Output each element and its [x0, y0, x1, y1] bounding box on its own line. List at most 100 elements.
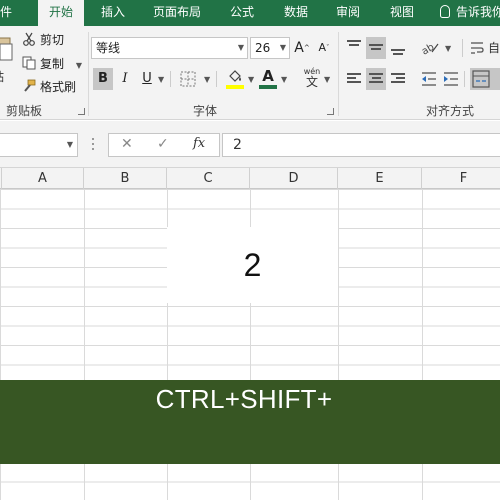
font-group-label: 字体	[193, 104, 218, 118]
phonetic-char: 文	[305, 75, 318, 89]
formula-buttons: ✕ ✓ fx	[108, 133, 220, 157]
align-center-button[interactable]	[366, 68, 386, 90]
formula-input[interactable]: 2	[222, 133, 500, 157]
align-left-icon	[347, 73, 361, 85]
copy-label: 复制	[40, 57, 65, 71]
name-box[interactable]: ▼	[0, 133, 78, 157]
insert-function-icon[interactable]: fx	[193, 136, 205, 151]
shortcut-banner-text: CTRL+SHIFT+	[155, 384, 333, 414]
paint-bucket-icon	[229, 70, 241, 82]
top-align-icon	[347, 40, 361, 48]
tab-home[interactable]: 开始	[38, 0, 84, 26]
wrap-text-button[interactable]: 自	[470, 37, 500, 59]
chevron-down-icon: ▼	[279, 43, 286, 52]
formula-bar: ▼ ✕ ✓ fx 2	[0, 121, 500, 167]
font-color-icon: A	[262, 67, 274, 85]
paste-label: 贴	[0, 68, 4, 85]
group-divider	[338, 32, 339, 116]
tab-page-layout[interactable]: 页面布局	[144, 0, 210, 26]
tab-insert[interactable]: 插入	[92, 0, 134, 26]
font-size-value: 26	[255, 41, 271, 55]
font-name-select[interactable]: 等线 ▼	[91, 37, 248, 59]
tab-formulas[interactable]: 公式	[220, 0, 264, 26]
chevron-down-icon: ▼	[237, 43, 244, 52]
column-header-a[interactable]: A	[2, 168, 84, 189]
column-header-e[interactable]: E	[338, 168, 422, 189]
group-divider	[88, 32, 89, 116]
borders-button[interactable]	[180, 71, 196, 87]
cut-button[interactable]: 剪切	[22, 31, 64, 48]
phonetic-button[interactable]: wén 文	[302, 68, 322, 90]
column-header-d[interactable]: D	[250, 168, 338, 189]
tab-view[interactable]: 视图	[380, 0, 424, 26]
fill-color-dropdown-icon[interactable]: ▼	[248, 75, 254, 84]
resize-handle[interactable]	[92, 138, 95, 152]
font-color-bar	[259, 85, 277, 89]
middle-align-icon	[369, 44, 383, 52]
divider	[216, 71, 217, 87]
tell-me-label: 告诉我你	[456, 5, 500, 19]
ribbon-tab-bar: 件 开始 插入 页面布局 公式 数据 审阅 视图 告诉我你	[0, 0, 500, 26]
copy-button[interactable]: 复制 ▼	[22, 55, 82, 72]
divider	[462, 39, 463, 57]
align-center-icon	[369, 73, 383, 85]
italic-button[interactable]: I	[115, 68, 135, 90]
scissors-icon	[23, 32, 35, 46]
column-header-c[interactable]: C	[167, 168, 250, 189]
format-painter-button[interactable]: 格式刷	[22, 78, 76, 95]
tab-file[interactable]: 件	[0, 0, 18, 26]
cancel-icon[interactable]: ✕	[121, 136, 133, 152]
decrease-font-size-button[interactable]: Aˇ	[314, 37, 334, 59]
align-right-button[interactable]	[388, 68, 408, 90]
font-size-select[interactable]: 26 ▼	[250, 37, 290, 59]
font-launcher-icon[interactable]	[327, 108, 334, 115]
tab-data[interactable]: 数据	[274, 0, 318, 26]
merge-cells-icon	[472, 70, 490, 88]
align-left-button[interactable]	[344, 68, 364, 90]
decrease-font-size-icon: A	[318, 41, 327, 54]
phonetic-dropdown-icon[interactable]: ▼	[324, 75, 330, 84]
bottom-align-button[interactable]	[388, 37, 408, 59]
divider	[464, 71, 465, 87]
middle-align-button[interactable]	[366, 37, 386, 59]
decrease-indent-button[interactable]	[419, 68, 439, 90]
orientation-button[interactable]: ab	[420, 38, 442, 58]
underline-dropdown-icon[interactable]: ▼	[158, 75, 164, 84]
increase-font-size-icon: A	[294, 40, 304, 56]
clipboard-launcher-icon[interactable]	[78, 108, 85, 115]
borders-dropdown-icon[interactable]: ▼	[204, 75, 210, 84]
increase-font-size-button[interactable]: A^	[292, 37, 312, 59]
column-header-f[interactable]: F	[422, 168, 500, 189]
underline-button[interactable]: U	[137, 68, 157, 90]
bottom-align-icon	[391, 49, 405, 57]
bold-button[interactable]: B	[93, 68, 113, 90]
divider	[170, 71, 171, 87]
increase-indent-button[interactable]	[441, 68, 461, 90]
merge-center-button[interactable]	[470, 68, 500, 90]
format-painter-label: 格式刷	[40, 80, 77, 94]
font-color-dropdown-icon[interactable]: ▼	[281, 75, 287, 84]
paste-button[interactable]: 贴	[0, 30, 14, 96]
copy-dropdown-icon[interactable]: ▼	[76, 61, 82, 70]
wrap-text-icon	[471, 42, 484, 54]
fill-color-bar	[226, 85, 244, 89]
enter-icon[interactable]: ✓	[157, 136, 169, 152]
column-headers: A B C D E F	[0, 167, 500, 189]
chevron-down-icon: ▼	[66, 140, 73, 149]
tab-review[interactable]: 审阅	[326, 0, 370, 26]
decrease-indent-icon	[422, 72, 436, 86]
font-color-button[interactable]: A	[258, 68, 278, 90]
clipboard-group-label: 剪贴板	[6, 104, 43, 118]
orientation-icon: ab	[420, 42, 439, 58]
orientation-dropdown-icon[interactable]: ▼	[445, 44, 451, 53]
increase-indent-icon	[444, 72, 458, 86]
alignment-group-label: 对齐方式	[426, 104, 475, 118]
column-header-b[interactable]: B	[84, 168, 167, 189]
fill-color-button[interactable]	[226, 68, 246, 90]
font-name-value: 等线	[96, 41, 121, 55]
paste-icon	[0, 37, 13, 61]
tell-me-search[interactable]: 告诉我你	[440, 0, 500, 26]
top-align-button[interactable]	[344, 37, 364, 59]
merged-cell-c-d[interactable]: 2	[167, 227, 338, 303]
ribbon-home: 贴 剪切 复制 ▼ 格式刷 剪贴板 等线 ▼ 26 ▼ A^ Aˇ	[0, 26, 500, 120]
